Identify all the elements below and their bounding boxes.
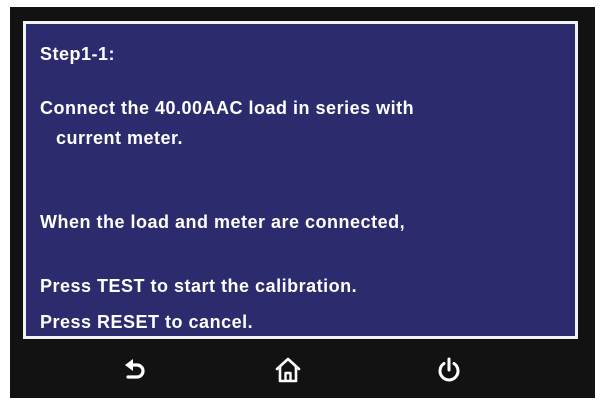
device-screen: Step1-1: Connect the 40.00AAC load in se… — [10, 7, 595, 398]
instruction-line-2: current meter. — [56, 128, 184, 148]
connected-text: When the load and meter are connected, — [40, 212, 406, 232]
power-button[interactable] — [427, 350, 471, 390]
press-test-text: Press TEST to start the calibration. — [40, 276, 358, 296]
home-button[interactable] — [266, 350, 310, 390]
step-label: Step1-1: — [40, 44, 116, 64]
bottom-nav-bar — [10, 343, 595, 398]
calibration-instruction-panel: Step1-1: Connect the 40.00AAC load in se… — [23, 21, 578, 339]
press-reset-text: Press RESET to cancel. — [40, 312, 254, 332]
power-icon — [438, 357, 460, 382]
back-arrow-icon — [125, 359, 145, 379]
home-icon — [275, 357, 301, 383]
back-button[interactable] — [113, 350, 157, 390]
instruction-line-1: Connect the 40.00AAC load in series with — [40, 98, 415, 118]
